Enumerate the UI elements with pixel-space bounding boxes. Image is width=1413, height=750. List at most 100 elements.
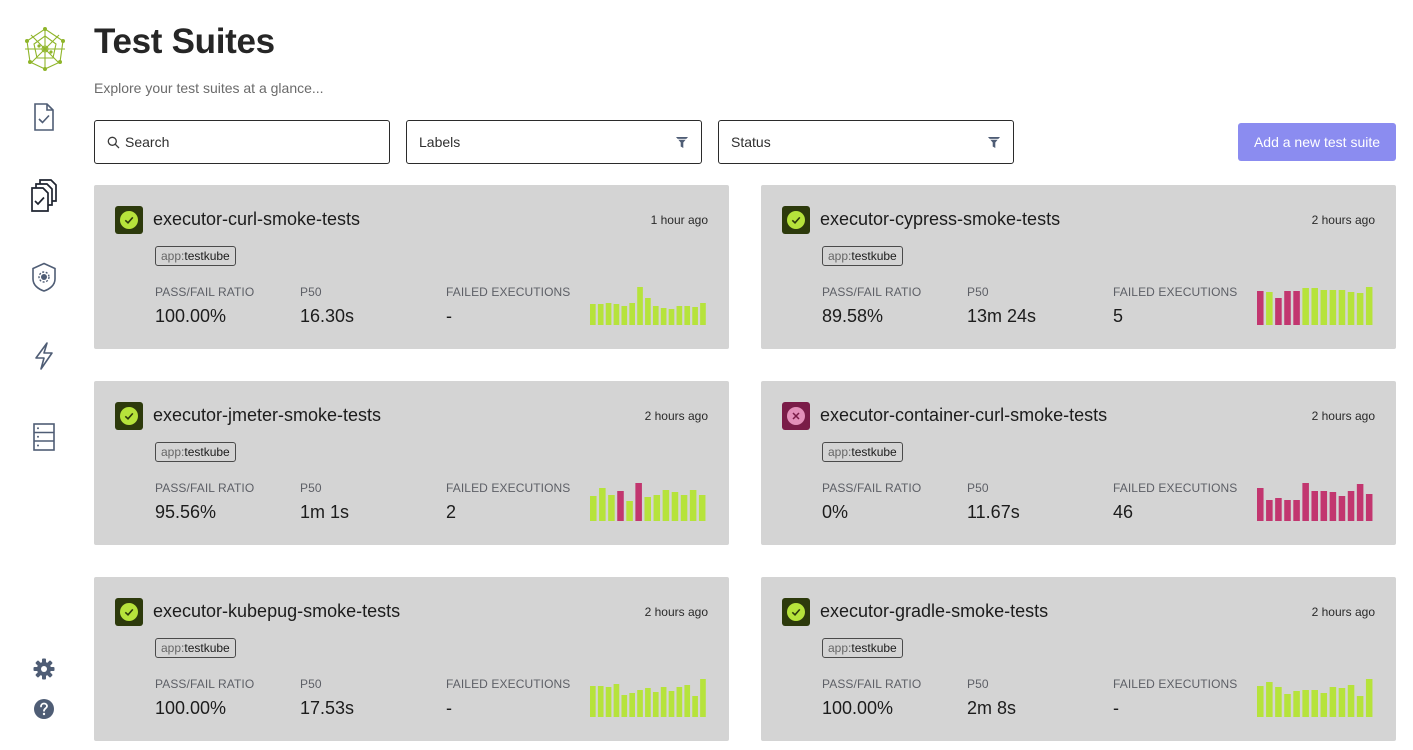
sidebar-item-triggers[interactable]: [28, 340, 60, 372]
execution-bar-pass[interactable]: [660, 308, 667, 325]
execution-bar-pass[interactable]: [597, 304, 604, 325]
execution-bar-fail[interactable]: [635, 483, 642, 521]
execution-bar-fail[interactable]: [1293, 500, 1300, 521]
execution-bar-pass[interactable]: [684, 685, 691, 717]
execution-bar-pass[interactable]: [1356, 696, 1364, 717]
execution-bar-pass[interactable]: [626, 501, 633, 521]
sidebar-item-sources[interactable]: [28, 421, 60, 453]
execution-bar-pass[interactable]: [1356, 293, 1364, 325]
execution-bar-pass[interactable]: [660, 687, 667, 717]
execution-bar-fail[interactable]: [1293, 291, 1300, 325]
execution-bar-pass[interactable]: [653, 495, 661, 521]
execution-bar-pass[interactable]: [1284, 694, 1291, 717]
execution-bar-pass[interactable]: [645, 688, 651, 717]
execution-bar-pass[interactable]: [668, 691, 675, 717]
execution-bar-fail[interactable]: [1302, 483, 1309, 521]
execution-bar-pass[interactable]: [597, 686, 604, 717]
execution-bar-fail[interactable]: [1266, 500, 1273, 521]
test-suite-name[interactable]: executor-jmeter-smoke-tests: [153, 405, 381, 426]
execution-bar-pass[interactable]: [1257, 686, 1264, 717]
execution-bar-pass[interactable]: [1302, 288, 1309, 325]
execution-bar-pass[interactable]: [1347, 685, 1355, 717]
execution-bar-pass[interactable]: [1311, 690, 1318, 717]
execution-bar-fail[interactable]: [1284, 291, 1291, 325]
execution-bar-fail[interactable]: [1320, 491, 1328, 521]
execution-bar-fail[interactable]: [1311, 491, 1318, 521]
execution-bar-pass[interactable]: [644, 497, 651, 521]
execution-bar-pass[interactable]: [1266, 682, 1273, 717]
execution-bar-pass[interactable]: [1338, 290, 1346, 325]
execution-bar-pass[interactable]: [1347, 292, 1355, 325]
execution-bar-pass[interactable]: [1302, 690, 1309, 717]
execution-bar-pass[interactable]: [1266, 292, 1273, 325]
test-suite-card[interactable]: executor-jmeter-smoke-tests 2 hours ago ap…: [94, 381, 729, 545]
test-suite-card[interactable]: executor-container-curl-smoke-tests 2 hou…: [761, 381, 1396, 545]
execution-bar-fail[interactable]: [1257, 291, 1264, 325]
label-tag[interactable]: app:testkube: [155, 442, 236, 462]
testkube-logo-icon[interactable]: [22, 26, 68, 72]
test-suite-name[interactable]: executor-cypress-smoke-tests: [820, 209, 1060, 230]
execution-bar-fail[interactable]: [1257, 488, 1264, 521]
execution-bar-pass[interactable]: [684, 306, 691, 325]
execution-bar-fail[interactable]: [1275, 498, 1282, 521]
filter-icon[interactable]: [987, 136, 1001, 149]
execution-bar-pass[interactable]: [1365, 679, 1373, 717]
execution-bar-pass[interactable]: [645, 298, 651, 325]
execution-bar-pass[interactable]: [1329, 687, 1337, 717]
labels-filter[interactable]: Labels: [406, 120, 702, 164]
label-tag[interactable]: app:testkube: [822, 638, 903, 658]
execution-bar-pass[interactable]: [1338, 688, 1346, 717]
execution-bar-pass[interactable]: [613, 684, 620, 717]
execution-bar-pass[interactable]: [590, 686, 596, 717]
execution-bar-pass[interactable]: [676, 687, 683, 717]
label-tag[interactable]: app:testkube: [822, 442, 903, 462]
status-filter[interactable]: Status: [718, 120, 1014, 164]
execution-bar-pass[interactable]: [637, 287, 643, 325]
sidebar-item-settings[interactable]: [28, 653, 60, 685]
execution-bar-pass[interactable]: [692, 696, 698, 717]
search-input[interactable]: [125, 134, 377, 150]
execution-bar-pass[interactable]: [590, 496, 597, 521]
test-suite-name[interactable]: executor-gradle-smoke-tests: [820, 601, 1048, 622]
execution-bar-fail[interactable]: [1356, 484, 1364, 521]
execution-bar-pass[interactable]: [676, 306, 683, 325]
execution-bar-pass[interactable]: [700, 679, 706, 717]
execution-bar-pass[interactable]: [671, 492, 679, 521]
execution-bar-pass[interactable]: [1329, 290, 1337, 325]
execution-bar-pass[interactable]: [590, 304, 596, 325]
execution-bar-pass[interactable]: [652, 692, 659, 717]
sidebar-item-tests[interactable]: [28, 101, 60, 133]
execution-bar-fail[interactable]: [1284, 500, 1291, 521]
test-suite-card[interactable]: executor-curl-smoke-tests 1 hour ago app:t…: [94, 185, 729, 349]
execution-bar-pass[interactable]: [613, 304, 620, 325]
execution-bar-pass[interactable]: [692, 307, 698, 325]
execution-bar-fail[interactable]: [1347, 491, 1355, 521]
execution-bar-pass[interactable]: [621, 695, 628, 717]
test-suite-card[interactable]: executor-kubepug-smoke-tests 2 hours ago a…: [94, 577, 729, 741]
test-suite-card[interactable]: executor-gradle-smoke-tests 2 hours ago ap…: [761, 577, 1396, 741]
label-tag[interactable]: app:testkube: [822, 246, 903, 266]
execution-bar-pass[interactable]: [1365, 287, 1373, 325]
execution-bar-fail[interactable]: [1338, 496, 1346, 521]
add-test-suite-button[interactable]: Add a new test suite: [1238, 123, 1396, 161]
execution-bar-fail[interactable]: [1329, 492, 1337, 521]
execution-bar-pass[interactable]: [1275, 687, 1282, 717]
execution-bar-pass[interactable]: [629, 693, 635, 717]
execution-bar-pass[interactable]: [698, 495, 706, 521]
execution-bar-fail[interactable]: [1365, 494, 1373, 521]
execution-bar-pass[interactable]: [680, 495, 688, 521]
test-suite-name[interactable]: executor-container-curl-smoke-tests: [820, 405, 1107, 426]
execution-bar-pass[interactable]: [637, 690, 643, 717]
execution-bar-pass[interactable]: [608, 495, 615, 521]
execution-bar-fail[interactable]: [617, 491, 624, 521]
execution-bar-fail[interactable]: [1275, 298, 1282, 325]
filter-icon[interactable]: [675, 136, 689, 149]
test-suite-name[interactable]: executor-kubepug-smoke-tests: [153, 601, 400, 622]
label-tag[interactable]: app:testkube: [155, 638, 236, 658]
sidebar-item-executors[interactable]: [28, 261, 60, 293]
label-tag[interactable]: app:testkube: [155, 246, 236, 266]
execution-bar-pass[interactable]: [668, 309, 675, 325]
execution-bar-pass[interactable]: [1311, 288, 1318, 325]
execution-bar-pass[interactable]: [1293, 691, 1300, 717]
execution-bar-pass[interactable]: [689, 490, 697, 521]
